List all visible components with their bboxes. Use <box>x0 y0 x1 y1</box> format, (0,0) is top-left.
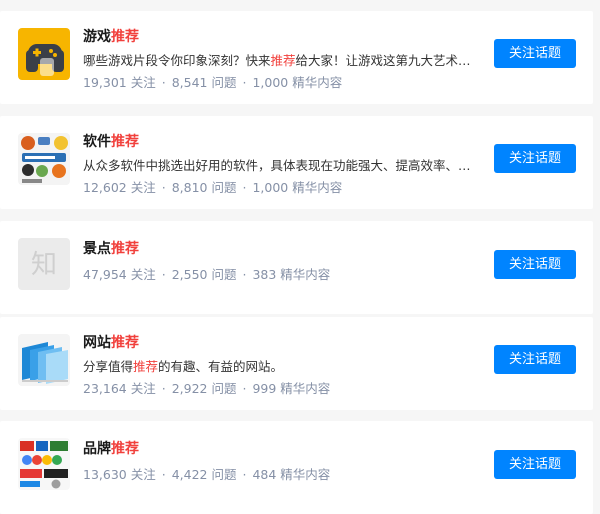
separator-dot: · <box>161 75 166 90</box>
separator-dot: · <box>161 381 166 396</box>
topic-title-text: 网站 <box>83 335 111 351</box>
topic-description: 从众多软件中挑选出好用的软件，具体表现在功能强大、提高效率、更好… <box>83 156 479 176</box>
gamepad-icon[interactable] <box>18 28 70 80</box>
featured-count: 999 精华内容 <box>252 381 331 396</box>
follow-topic-button[interactable]: 关注话题 <box>494 144 576 173</box>
separator-dot: · <box>161 467 166 482</box>
follower-count: 12,602 关注 <box>83 180 156 195</box>
software-logos-icon[interactable] <box>18 133 70 185</box>
topic-card-games: 游戏推荐 哪些游戏片段令你印象深刻？快来推荐给大家！让游戏这第九大艺术，在… 1… <box>0 11 593 104</box>
topic-info: 软件推荐 从众多软件中挑选出好用的软件，具体表现在功能强大、提高效率、更好… 1… <box>83 132 479 198</box>
topic-list: 游戏推荐 哪些游戏片段令你印象深刻？快来推荐给大家！让游戏这第九大艺术，在… 1… <box>0 0 600 514</box>
topic-title[interactable]: 品牌推荐 <box>83 439 479 459</box>
featured-count: 1,000 精华内容 <box>252 75 343 90</box>
topic-description: 哪些游戏片段令你印象深刻？快来推荐给大家！让游戏这第九大艺术，在… <box>83 51 479 71</box>
desc-text-after: 给大家！让游戏这第九大艺术，在… <box>295 53 479 68</box>
follow-topic-button[interactable]: 关注话题 <box>494 250 576 279</box>
featured-count: 1,000 精华内容 <box>252 180 343 195</box>
featured-count: 383 精华内容 <box>252 267 331 282</box>
brand-logos-icon[interactable] <box>18 438 70 490</box>
topic-stats: 23,164 关注 · 2,922 问题 · 999 精华内容 <box>83 379 479 399</box>
topic-card-attractions: 知 景点推荐 47,954 关注 · 2,550 问题 · 383 精华内容 关注话题 <box>0 221 593 314</box>
follower-count: 47,954 关注 <box>83 267 156 282</box>
topic-title-highlight: 推荐 <box>111 335 139 351</box>
featured-count: 484 精华内容 <box>252 467 331 482</box>
topic-stats: 19,301 关注 · 8,541 问题 · 1,000 精华内容 <box>83 73 479 93</box>
topic-stats: 47,954 关注 · 2,550 问题 · 383 精华内容 <box>83 265 479 285</box>
svg-text:知: 知 <box>31 250 57 280</box>
separator-dot: · <box>161 267 166 282</box>
topic-title-text: 品牌 <box>83 441 111 457</box>
follower-count: 13,630 关注 <box>83 467 156 482</box>
separator-dot: · <box>161 180 166 195</box>
topic-stats: 12,602 关注 · 8,810 问题 · 1,000 精华内容 <box>83 178 479 198</box>
follower-count: 19,301 关注 <box>83 75 156 90</box>
topic-card-brands: 品牌推荐 13,630 关注 · 4,422 问题 · 484 精华内容 关注话题 <box>0 421 593 514</box>
topic-card-software: 软件推荐 从众多软件中挑选出好用的软件，具体表现在功能强大、提高效率、更好… 1… <box>0 116 593 209</box>
separator-dot: · <box>242 180 247 195</box>
topic-title-highlight: 推荐 <box>111 29 139 45</box>
topic-title-highlight: 推荐 <box>111 441 139 457</box>
topic-title[interactable]: 景点推荐 <box>83 239 479 259</box>
topic-title-highlight: 推荐 <box>111 241 139 257</box>
desc-text-after: 的有趣、有益的网站。 <box>158 359 284 374</box>
topic-info: 网站推荐 分享值得推荐的有趣、有益的网站。 23,164 关注 · 2,922 问题… <box>83 333 479 399</box>
topic-title-text: 游戏 <box>83 29 111 45</box>
separator-dot: · <box>242 381 247 396</box>
follow-topic-button[interactable]: 关注话题 <box>494 345 576 374</box>
follow-topic-button[interactable]: 关注话题 <box>494 450 576 479</box>
separator-dot: · <box>242 267 247 282</box>
topic-title-highlight: 推荐 <box>111 134 139 150</box>
topic-description: 分享值得推荐的有趣、有益的网站。 <box>83 357 479 377</box>
topic-title-text: 软件 <box>83 134 111 150</box>
topic-info: 游戏推荐 哪些游戏片段令你印象深刻？快来推荐给大家！让游戏这第九大艺术，在… 1… <box>83 27 479 93</box>
follow-topic-button[interactable]: 关注话题 <box>494 39 576 68</box>
question-count: 4,422 问题 <box>171 467 237 482</box>
desc-text: 从众多软件中挑选出好用的软件，具体表现在功能强大、提高效率、更好… <box>83 158 479 173</box>
web-pages-icon[interactable] <box>18 334 70 386</box>
desc-highlight: 推荐 <box>133 359 159 374</box>
question-count: 2,922 问题 <box>171 381 237 396</box>
separator-dot: · <box>242 467 247 482</box>
topic-title[interactable]: 游戏推荐 <box>83 27 479 47</box>
question-count: 8,541 问题 <box>171 75 237 90</box>
topic-info: 景点推荐 47,954 关注 · 2,550 问题 · 383 精华内容 <box>83 239 479 285</box>
topic-card-websites: 网站推荐 分享值得推荐的有趣、有益的网站。 23,164 关注 · 2,922 问题… <box>0 317 593 410</box>
topic-stats: 13,630 关注 · 4,422 问题 · 484 精华内容 <box>83 465 479 485</box>
desc-text: 分享值得 <box>83 359 134 374</box>
question-count: 2,550 问题 <box>171 267 237 282</box>
topic-title-text: 景点 <box>83 241 111 257</box>
topic-title[interactable]: 网站推荐 <box>83 333 479 353</box>
desc-highlight: 推荐 <box>270 53 296 68</box>
desc-text: 哪些游戏片段令你印象深刻？快来 <box>83 53 271 68</box>
follower-count: 23,164 关注 <box>83 381 156 396</box>
zhi-placeholder-icon[interactable]: 知 <box>18 238 70 290</box>
topic-info: 品牌推荐 13,630 关注 · 4,422 问题 · 484 精华内容 <box>83 439 479 485</box>
question-count: 8,810 问题 <box>171 180 237 195</box>
separator-dot: · <box>242 75 247 90</box>
topic-title[interactable]: 软件推荐 <box>83 132 479 152</box>
